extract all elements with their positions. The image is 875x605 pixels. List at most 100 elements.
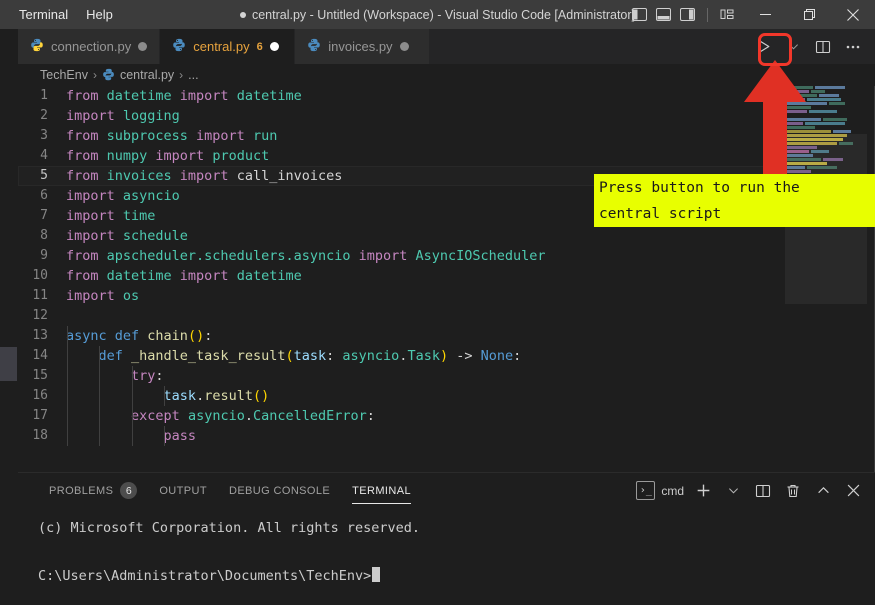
minimize-button[interactable] bbox=[743, 0, 787, 29]
close-button[interactable] bbox=[831, 0, 875, 29]
panel-tab-problems[interactable]: PROBLEMS 6 bbox=[38, 473, 148, 508]
python-file-icon bbox=[102, 68, 115, 82]
toggle-primary-sidebar-icon[interactable] bbox=[630, 5, 649, 24]
toggle-secondary-sidebar-icon[interactable] bbox=[678, 5, 697, 24]
code-text: pass bbox=[66, 426, 778, 446]
minimap-segment bbox=[805, 122, 845, 125]
panel-tab-label: TERMINAL bbox=[352, 484, 411, 497]
code-line[interactable]: 10 from datetime import datetime bbox=[18, 266, 778, 286]
code-token: chain bbox=[147, 328, 188, 344]
tab-central-py[interactable]: central.py 6 bbox=[160, 29, 296, 64]
code-line[interactable]: 1 from datetime import datetime bbox=[18, 86, 778, 106]
code-line[interactable]: 13 async def chain(): bbox=[18, 326, 778, 346]
tab-invoices-py[interactable]: invoices.py bbox=[295, 29, 431, 64]
line-number: 8 bbox=[40, 228, 48, 243]
run-python-file-button[interactable] bbox=[749, 33, 777, 61]
minimap-segment bbox=[833, 130, 851, 133]
run-options-chevron-down-icon[interactable] bbox=[779, 33, 807, 61]
code-text: def _handle_task_result(task: asyncio.Ta… bbox=[66, 346, 778, 366]
code-line[interactable]: 18 pass bbox=[18, 426, 778, 446]
code-token: asyncio bbox=[122, 188, 180, 204]
code-line[interactable]: 12 bbox=[18, 306, 778, 326]
code-token: pass bbox=[163, 428, 197, 444]
tab-dirty-dot[interactable] bbox=[138, 42, 148, 51]
new-terminal-plus-icon[interactable] bbox=[689, 479, 717, 503]
kill-terminal-trash-icon[interactable] bbox=[779, 479, 807, 503]
code-line[interactable]: 2 import logging bbox=[18, 106, 778, 126]
line-number: 11 bbox=[32, 288, 48, 303]
code-lines[interactable]: 1 from datetime import datetime 2 import lo… bbox=[18, 86, 778, 472]
indent-guide bbox=[67, 346, 68, 366]
code-token: import bbox=[66, 108, 123, 124]
title-separator bbox=[707, 7, 708, 22]
tab-dirty-dot[interactable] bbox=[269, 42, 279, 51]
menu-item-help[interactable]: Help bbox=[77, 0, 122, 29]
maximize-panel-chevron-up-icon[interactable] bbox=[809, 479, 837, 503]
terminal-icon: ›_ bbox=[636, 481, 656, 500]
python-file-icon bbox=[30, 38, 44, 55]
code-token: import bbox=[179, 268, 237, 284]
code-token: os bbox=[122, 288, 140, 304]
bottom-panel: PROBLEMS 6 OUTPUT DEBUG CONSOLE TERMINAL ›_ … bbox=[18, 472, 875, 605]
indent-guide bbox=[67, 406, 68, 426]
breadcrumb-item-folder[interactable]: TechEnv bbox=[40, 68, 88, 82]
code-text: async def chain(): bbox=[66, 326, 778, 346]
code-line[interactable]: 9 from apscheduler.schedulers.asyncio imp… bbox=[18, 246, 778, 266]
terminal-profile-chevron-down-icon[interactable] bbox=[719, 479, 747, 503]
code-line[interactable]: 11 import os bbox=[18, 286, 778, 306]
line-number: 15 bbox=[32, 368, 48, 383]
panel-tab-output[interactable]: OUTPUT bbox=[148, 473, 218, 508]
breadcrumb-item-file[interactable]: central.py bbox=[102, 68, 174, 82]
split-editor-right-icon[interactable] bbox=[809, 33, 837, 61]
indent-guide bbox=[164, 426, 166, 446]
code-token: def bbox=[114, 328, 148, 344]
more-actions-icon[interactable] bbox=[839, 33, 867, 61]
code-line[interactable]: 3 from subprocess import run bbox=[18, 126, 778, 146]
toggle-panel-icon[interactable] bbox=[654, 5, 673, 24]
maximize-button[interactable] bbox=[787, 0, 831, 29]
terminal-output[interactable]: (c) Microsoft Corporation. All rights re… bbox=[18, 508, 875, 605]
code-token: import bbox=[66, 208, 123, 224]
window-title-text: central.py - Untitled (Workspace) - Visu… bbox=[251, 7, 636, 22]
indent-guide bbox=[99, 406, 101, 426]
breadcrumb-item-symbol[interactable]: ... bbox=[188, 68, 198, 82]
tab-label: central.py bbox=[193, 39, 250, 54]
vertical-scrollbar-thumb[interactable] bbox=[0, 347, 17, 381]
code-token: . bbox=[244, 408, 253, 424]
indent-guide bbox=[131, 426, 133, 446]
tab-dirty-dot[interactable] bbox=[399, 42, 409, 51]
line-number: 5 bbox=[40, 168, 48, 183]
code-token: ) bbox=[439, 348, 449, 364]
code-line[interactable]: 16 task.result() bbox=[18, 386, 778, 406]
terminal-shell-selector[interactable]: ›_ cmd bbox=[633, 479, 687, 503]
close-panel-icon[interactable] bbox=[839, 479, 867, 503]
indent-guide bbox=[67, 386, 68, 406]
code-token: invoices bbox=[106, 168, 180, 184]
minimap-segment bbox=[809, 110, 837, 113]
code-token: try bbox=[131, 368, 156, 384]
code-line[interactable]: 4 from numpy import product bbox=[18, 146, 778, 166]
line-number: 17 bbox=[32, 408, 48, 423]
split-terminal-icon[interactable] bbox=[749, 479, 777, 503]
customize-layout-icon[interactable] bbox=[718, 5, 737, 24]
code-token: from bbox=[66, 268, 107, 284]
tab-connection-py[interactable]: connection.py bbox=[18, 29, 161, 64]
panel-tab-label: DEBUG CONSOLE bbox=[228, 484, 331, 497]
tab-label: connection.py bbox=[51, 39, 132, 54]
panel-tab-terminal[interactable]: TERMINAL bbox=[341, 473, 422, 508]
code-line[interactable]: 15 try: bbox=[18, 366, 778, 386]
code-line[interactable]: 14 def _handle_task_result(task: asyncio… bbox=[18, 346, 778, 366]
code-text: task.result() bbox=[66, 386, 778, 406]
code-token: except bbox=[131, 408, 188, 424]
code-token: apscheduler.schedulers.asyncio bbox=[106, 248, 359, 264]
breadcrumb-separator: › bbox=[92, 68, 97, 82]
panel-tab-debug-console[interactable]: DEBUG CONSOLE bbox=[218, 473, 341, 508]
code-token: ( bbox=[252, 388, 262, 404]
menu-item-terminal[interactable]: Terminal bbox=[10, 0, 77, 29]
terminal-prompt: C:\Users\Administrator\Documents\TechEnv… bbox=[38, 568, 372, 584]
code-line[interactable]: 17 except asyncio.CancelledError: bbox=[18, 406, 778, 426]
code-line[interactable]: 8 import schedule bbox=[18, 226, 778, 246]
callout-line-2: central script bbox=[599, 206, 722, 222]
